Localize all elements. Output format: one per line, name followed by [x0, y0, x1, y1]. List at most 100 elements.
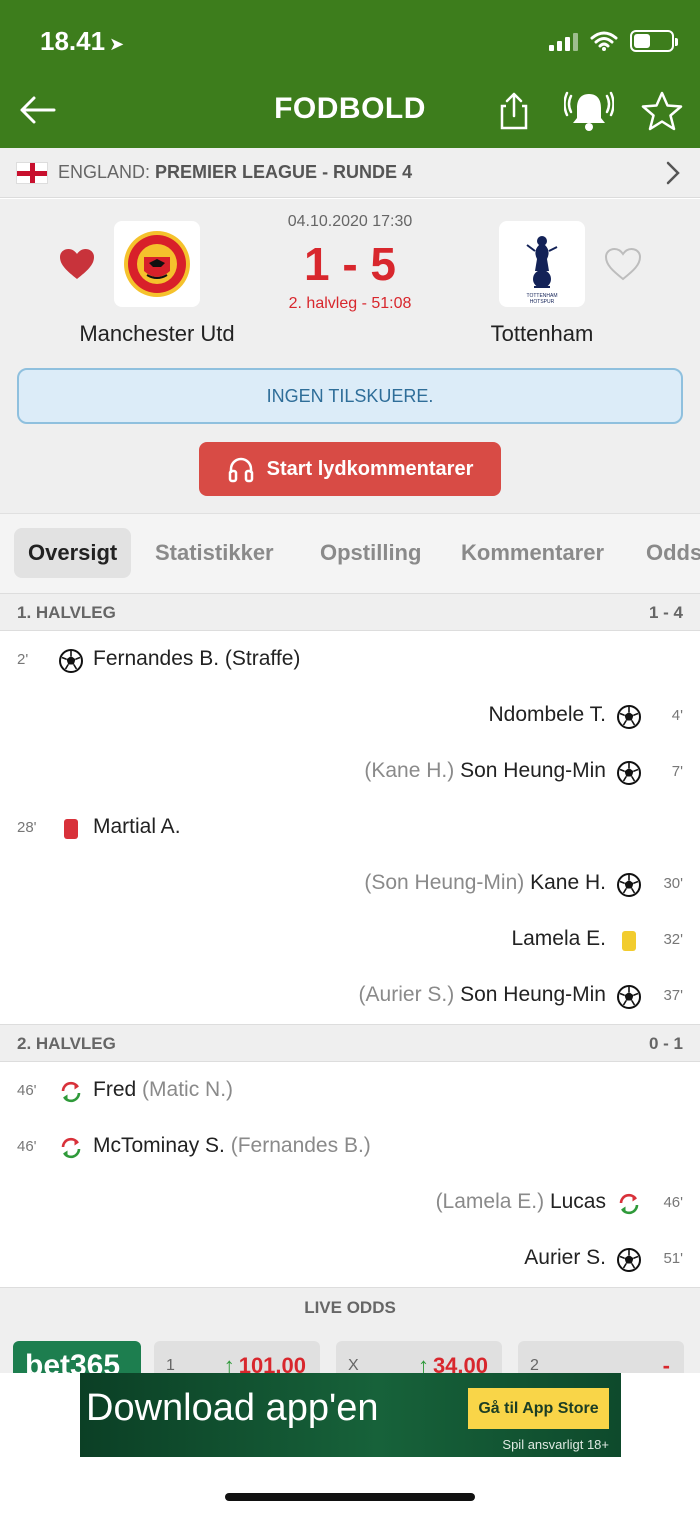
- yellow-card-icon: [617, 929, 641, 953]
- event-row[interactable]: 2' Fernandes B. (Straffe): [0, 633, 700, 689]
- battery-icon: [630, 30, 678, 52]
- event-minute: 2': [17, 651, 29, 668]
- event-text: Fred (Matic N.): [93, 1078, 233, 1102]
- second-half-label: 2. HALVLEG: [17, 1034, 116, 1053]
- heart-outline-icon[interactable]: [604, 247, 642, 281]
- match-date: 04.10.2020 17:30: [287, 213, 413, 230]
- event-minute: 4': [671, 707, 683, 724]
- odds-key: 1: [166, 1357, 175, 1373]
- status-time: 18.41 ➤: [40, 26, 124, 57]
- share-icon[interactable]: [496, 90, 532, 132]
- event-row[interactable]: 46' Fred (Matic N.): [0, 1064, 700, 1120]
- event-player: Son Heung-Min: [460, 983, 606, 1006]
- away-team-logo[interactable]: TOTTENHAM HOTSPUR: [499, 221, 585, 307]
- event-player: Son Heung-Min: [460, 759, 606, 782]
- event-text: (Lamela E.) Lucas: [436, 1190, 606, 1214]
- event-player: Martial A.: [93, 815, 181, 838]
- odds-value: ↑ 34.00: [418, 1353, 488, 1373]
- event-extra: (Fernandes B.): [230, 1134, 371, 1157]
- location-arrow-icon: ➤: [109, 34, 125, 54]
- event-row[interactable]: (Kane H.) Son Heung-Min 7': [0, 745, 700, 801]
- second-half-header: 2. HALVLEG 0 - 1: [0, 1024, 700, 1062]
- event-row[interactable]: 46' McTominay S. (Fernandes B.): [0, 1120, 700, 1176]
- event-minute: 32': [663, 931, 683, 948]
- manchester-united-crest-icon: [124, 231, 190, 297]
- bookmaker-logo[interactable]: bet365: [13, 1341, 141, 1373]
- event-row[interactable]: Aurier S. 51': [0, 1232, 700, 1288]
- home-team-logo[interactable]: [114, 221, 200, 307]
- event-extra: (Lamela E.): [435, 1190, 545, 1213]
- tab-oversigt[interactable]: Oversigt: [14, 528, 132, 578]
- audio-commentary-button[interactable]: Start lydkommentarer: [199, 442, 501, 496]
- event-player: Aurier S.: [524, 1246, 606, 1269]
- event-row[interactable]: (Son Heung-Min) Kane H. 30': [0, 857, 700, 913]
- live-odds-row: bet365 1 ↑ 101.00 X ↑ 34.00 2 -: [0, 1327, 700, 1373]
- favorite-star-icon[interactable]: [640, 90, 684, 132]
- event-text: Aurier S.: [524, 1246, 606, 1270]
- substitution-arrows-icon: [619, 1193, 639, 1215]
- event-text: Fernandes B. (Straffe): [93, 647, 300, 671]
- headphones-icon: [228, 457, 253, 483]
- soccer-ball-icon: [617, 1248, 641, 1272]
- home-indicator[interactable]: [225, 1493, 475, 1501]
- notification-bell-icon[interactable]: [564, 88, 614, 134]
- event-text: McTominay S. (Fernandes B.): [93, 1134, 371, 1158]
- event-row[interactable]: Ndombele T. 4': [0, 689, 700, 745]
- event-extra: (Kane H.): [364, 759, 455, 782]
- match-status: 2. halvleg - 51:08: [288, 295, 412, 312]
- event-row[interactable]: (Aurier S.) Son Heung-Min 37': [0, 969, 700, 1025]
- status-time-text: 18.41: [40, 26, 106, 56]
- event-text: Martial A.: [93, 815, 181, 839]
- bookmaker-name: bet365: [25, 1349, 121, 1373]
- odds-away[interactable]: 2 -: [518, 1341, 684, 1373]
- away-team-name[interactable]: Tottenham: [422, 321, 662, 347]
- tab-kommentarer[interactable]: Kommentarer: [461, 528, 604, 578]
- heart-filled-icon[interactable]: [58, 247, 96, 281]
- status-icons: [549, 30, 678, 52]
- event-extra: (Straffe): [224, 647, 301, 670]
- soccer-ball-icon: [59, 649, 83, 673]
- event-minute: 28': [17, 819, 37, 836]
- cellular-signal-icon: [549, 31, 578, 51]
- app-store-button[interactable]: Gå til App Store: [468, 1388, 609, 1429]
- event-text: (Kane H.) Son Heung-Min: [364, 759, 606, 783]
- event-minute: 46': [17, 1082, 37, 1099]
- league-link[interactable]: ENGLAND: PREMIER LEAGUE - RUNDE 4: [0, 148, 700, 198]
- event-row[interactable]: 28' Martial A.: [0, 801, 700, 857]
- red-card-icon: [59, 817, 83, 841]
- tottenham-crest-icon: TOTTENHAM HOTSPUR: [526, 236, 558, 305]
- event-player: Lamela E.: [511, 927, 606, 950]
- tab-odds[interactable]: Odds: [646, 528, 700, 578]
- arrow-up-icon: ↑: [223, 1353, 235, 1373]
- tab-opstilling[interactable]: Opstilling: [320, 528, 421, 578]
- odds-value-text: -: [662, 1353, 670, 1373]
- first-half-label: 1. HALVLEG: [17, 603, 116, 622]
- event-player: Fred: [93, 1078, 137, 1101]
- event-row[interactable]: (Lamela E.) Lucas 46': [0, 1176, 700, 1232]
- soccer-ball-icon: [617, 761, 641, 785]
- tab-statistikker[interactable]: Statistikker: [155, 528, 274, 578]
- event-player: McTominay S.: [93, 1134, 225, 1157]
- event-text: (Aurier S.) Son Heung-Min: [359, 983, 606, 1007]
- league-title: ENGLAND: PREMIER LEAGUE - RUNDE 4: [58, 162, 412, 183]
- home-team-name[interactable]: Manchester Utd: [37, 321, 277, 347]
- event-player: Kane H.: [530, 871, 606, 894]
- wifi-icon: [590, 31, 618, 51]
- event-minute: 46': [17, 1138, 37, 1155]
- soccer-ball-icon: [617, 705, 641, 729]
- soccer-ball-icon: [617, 985, 641, 1009]
- odds-value: ↑ 101.00: [224, 1353, 306, 1373]
- event-row[interactable]: Lamela E. 32': [0, 913, 700, 969]
- substitution-arrows-icon: [61, 1137, 81, 1159]
- audio-commentary-label: Start lydkommentarer: [266, 457, 474, 480]
- second-half-score: 0 - 1: [648, 1034, 683, 1053]
- match-header: Manchester Utd 04.10.2020 17:30 1 - 5 2.…: [0, 199, 700, 513]
- odds-draw[interactable]: X ↑ 34.00: [336, 1341, 502, 1373]
- event-extra: (Son Heung-Min): [364, 871, 525, 894]
- event-text: Lamela E.: [511, 927, 606, 951]
- app-download-ad[interactable]: Download app'en Gå til App Store Spil an…: [80, 1373, 621, 1457]
- odds-home[interactable]: 1 ↑ 101.00: [154, 1341, 320, 1373]
- chevron-right-icon: [666, 161, 680, 185]
- match-score: 1 - 5: [303, 238, 397, 290]
- odds-value-text: 34.00: [432, 1353, 488, 1373]
